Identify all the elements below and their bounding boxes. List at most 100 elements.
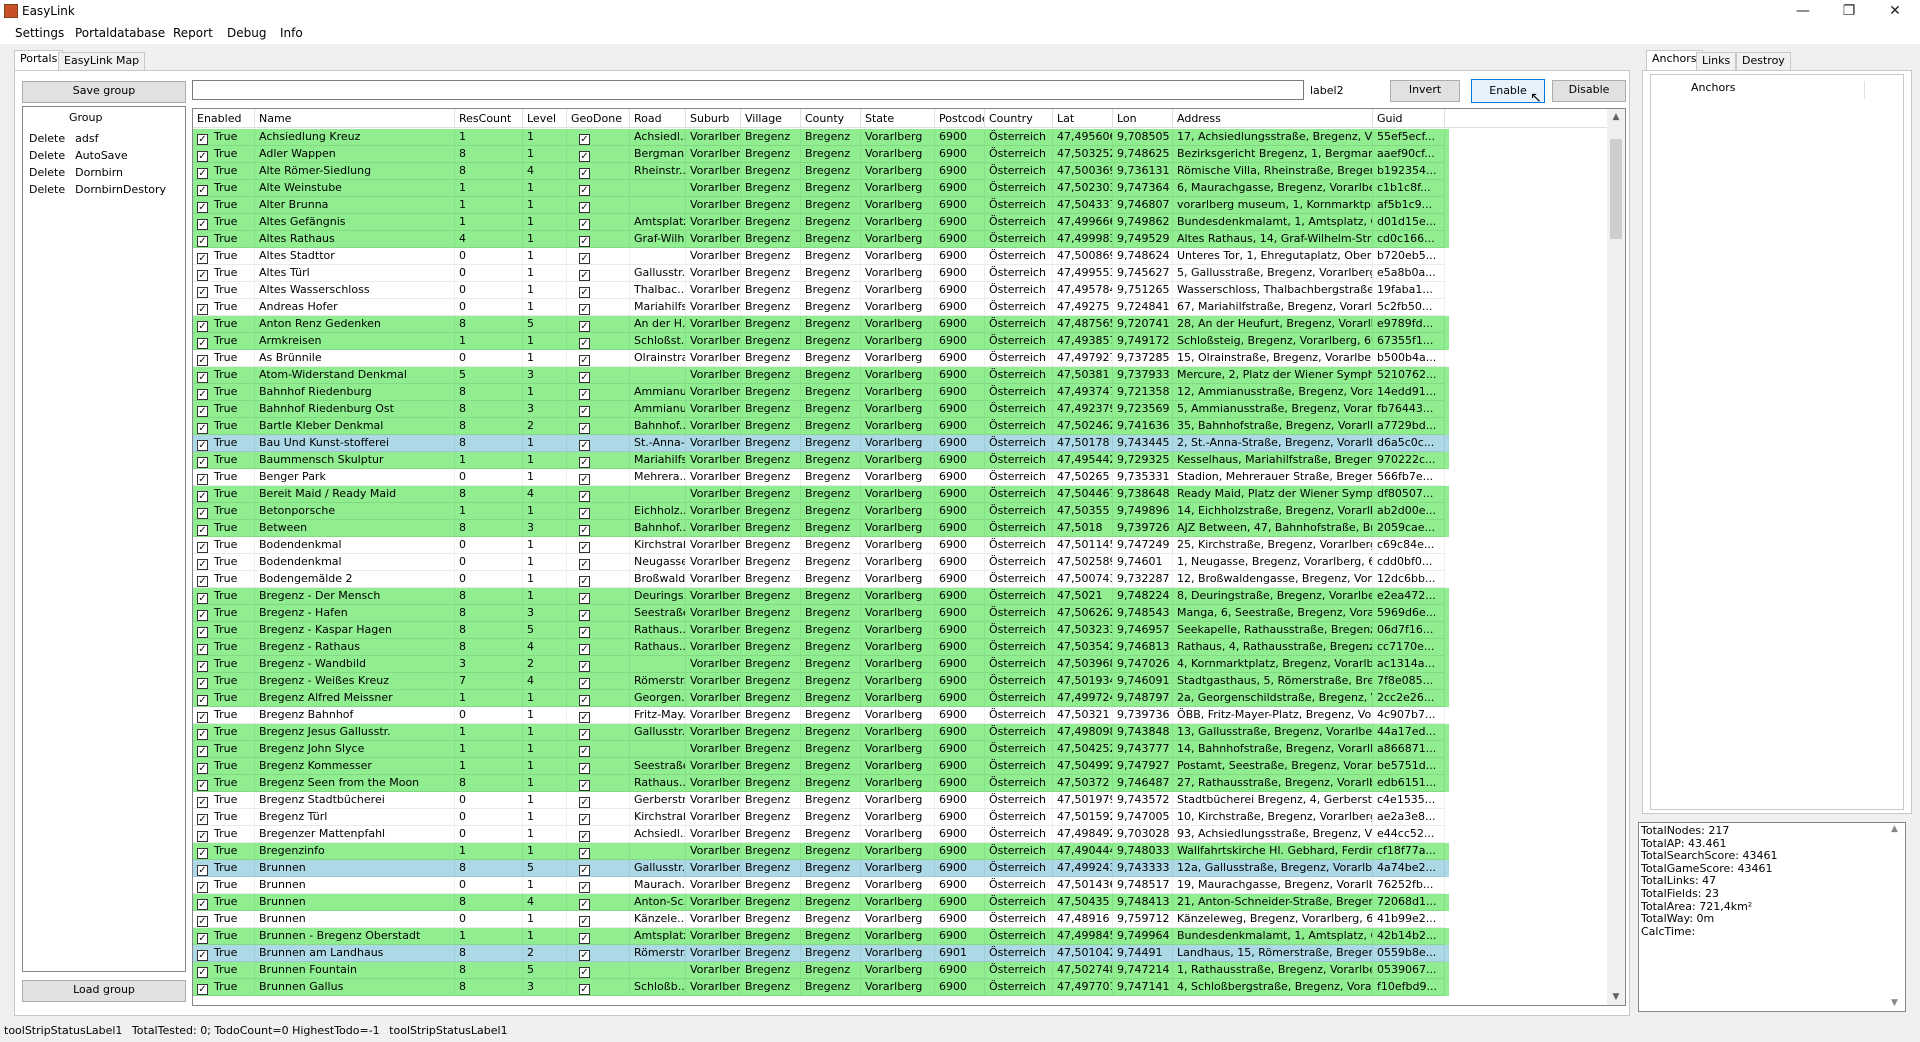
checkbox-checked-icon[interactable]: [197, 950, 208, 961]
table-row[interactable]: TrueBodengemälde 201Broßwald...Vorarlber…: [193, 571, 1449, 588]
checkbox-checked-icon[interactable]: [197, 882, 208, 893]
tab-portals[interactable]: Portals: [14, 50, 64, 71]
table-row[interactable]: TrueBregenz - Kaspar Hagen85Rathaus...Vo…: [193, 622, 1449, 639]
checkbox-checked-icon[interactable]: [579, 338, 590, 349]
checkbox-checked-icon[interactable]: [579, 576, 590, 587]
table-row[interactable]: TrueAs Brünnile01Olrainstra...Vorarlberg…: [193, 350, 1449, 367]
checkbox-checked-icon[interactable]: [197, 423, 208, 434]
delete-group-link[interactable]: Delete: [29, 166, 65, 179]
checkbox-checked-icon[interactable]: [197, 559, 208, 570]
checkbox-checked-icon[interactable]: [579, 814, 590, 825]
checkbox-checked-icon[interactable]: [197, 661, 208, 672]
table-row[interactable]: TrueArmkreisen11Schloßst...VorarlbergBre…: [193, 333, 1449, 350]
checkbox-checked-icon[interactable]: [579, 253, 590, 264]
checkbox-checked-icon[interactable]: [197, 440, 208, 451]
checkbox-checked-icon[interactable]: [197, 967, 208, 978]
checkbox-checked-icon[interactable]: [197, 168, 208, 179]
restore-icon[interactable]: ❐: [1826, 0, 1872, 22]
checkbox-checked-icon[interactable]: [579, 695, 590, 706]
tab-easylink-map[interactable]: EasyLink Map: [58, 52, 146, 70]
checkbox-checked-icon[interactable]: [197, 831, 208, 842]
checkbox-checked-icon[interactable]: [197, 202, 208, 213]
checkbox-checked-icon[interactable]: [197, 933, 208, 944]
group-name[interactable]: adsf: [75, 132, 98, 145]
portal-grid[interactable]: Enabled Name ResCount Level GeoDone Road Subur…: [192, 108, 1626, 1006]
delete-group-link[interactable]: Delete: [29, 183, 65, 196]
checkbox-checked-icon[interactable]: [579, 236, 590, 247]
table-row[interactable]: TrueAltes Wasserschloss01Thalbac...Vorar…: [193, 282, 1449, 299]
table-row[interactable]: TrueBrunnen84Anton-Sc...VorarlbergBregen…: [193, 894, 1449, 911]
table-row[interactable]: TrueBetween83Bahnhof...VorarlbergBregenz…: [193, 520, 1449, 537]
checkbox-checked-icon[interactable]: [197, 848, 208, 859]
checkbox-checked-icon[interactable]: [579, 780, 590, 791]
checkbox-checked-icon[interactable]: [579, 882, 590, 893]
checkbox-checked-icon[interactable]: [197, 729, 208, 740]
checkbox-checked-icon[interactable]: [197, 899, 208, 910]
checkbox-checked-icon[interactable]: [197, 916, 208, 927]
checkbox-checked-icon[interactable]: [197, 287, 208, 298]
table-row[interactable]: TrueBenger Park01Mehrera...VorarlbergBre…: [193, 469, 1449, 486]
table-row[interactable]: True Bregenz Seen from the Moon81 Rathaus.…: [193, 775, 1449, 792]
table-row[interactable]: TrueAchsiedlung Kreuz11Achsiedl...Vorarl…: [193, 129, 1449, 146]
table-row[interactable]: TrueBodendenkmal01KirchstraßeVorarlbergB…: [193, 537, 1449, 554]
menu-portaldatabase[interactable]: Portaldatabase: [72, 25, 168, 41]
checkbox-checked-icon[interactable]: [579, 593, 590, 604]
column-header-lon[interactable]: Lon: [1113, 109, 1173, 128]
checkbox-checked-icon[interactable]: [197, 372, 208, 383]
checkbox-checked-icon[interactable]: [197, 474, 208, 485]
column-header-geodone[interactable]: GeoDone: [567, 109, 630, 128]
checkbox-checked-icon[interactable]: [579, 219, 590, 230]
group-name[interactable]: Dornbirn: [75, 166, 123, 179]
invert-button[interactable]: Invert: [1390, 80, 1460, 102]
checkbox-checked-icon[interactable]: [197, 406, 208, 417]
column-header-state[interactable]: State: [861, 109, 935, 128]
checkbox-checked-icon[interactable]: [197, 491, 208, 502]
stats-scroll-up-icon[interactable]: ▲: [1891, 824, 1898, 834]
table-row[interactable]: TrueAlte Weinstube11VorarlbergBregenzBre…: [193, 180, 1449, 197]
menu-debug[interactable]: Debug: [224, 25, 269, 41]
checkbox-checked-icon[interactable]: [197, 270, 208, 281]
table-row[interactable]: TrueAlter Brunna11VorarlbergBregenzBrege…: [193, 197, 1449, 214]
column-header-enabled[interactable]: Enabled: [193, 109, 255, 128]
column-header-lat[interactable]: Lat: [1053, 109, 1113, 128]
checkbox-checked-icon[interactable]: [579, 746, 590, 757]
checkbox-checked-icon[interactable]: [579, 610, 590, 621]
checkbox-checked-icon[interactable]: [579, 168, 590, 179]
column-header-suburb[interactable]: Suburb: [686, 109, 741, 128]
table-row[interactable]: TrueBahnhof Riedenburg81Ammianu...Vorarl…: [193, 384, 1449, 401]
delete-group-link[interactable]: Delete: [29, 132, 65, 145]
table-row[interactable]: TrueAnton Renz Gedenken85An der H...Vora…: [193, 316, 1449, 333]
group-name[interactable]: AutoSave: [75, 149, 128, 162]
checkbox-checked-icon[interactable]: [197, 338, 208, 349]
grid-scrollbar[interactable]: ▲ ▼: [1607, 109, 1625, 1005]
checkbox-checked-icon[interactable]: [579, 151, 590, 162]
checkbox-checked-icon[interactable]: [197, 644, 208, 655]
checkbox-checked-icon[interactable]: [579, 542, 590, 553]
checkbox-checked-icon[interactable]: [197, 576, 208, 587]
column-header-road[interactable]: Road: [630, 109, 686, 128]
checkbox-checked-icon[interactable]: [197, 219, 208, 230]
checkbox-checked-icon[interactable]: [197, 355, 208, 366]
table-row[interactable]: TrueBregenz Türl01KirchstraßeVorarlbergB…: [193, 809, 1449, 826]
checkbox-checked-icon[interactable]: [579, 304, 590, 315]
checkbox-checked-icon[interactable]: [197, 797, 208, 808]
checkbox-checked-icon[interactable]: [197, 695, 208, 706]
table-row[interactable]: TrueBetonporsche11Eichholz...VorarlbergB…: [193, 503, 1449, 520]
checkbox-checked-icon[interactable]: [197, 627, 208, 638]
group-name[interactable]: DornbirnDestory: [75, 183, 166, 196]
table-row[interactable]: TrueAltes Rathaus41Graf-Wilh...Vorarlber…: [193, 231, 1449, 248]
table-row[interactable]: TrueBahnhof Riedenburg Ost83Ammianu...Vo…: [193, 401, 1449, 418]
checkbox-checked-icon[interactable]: [579, 525, 590, 536]
table-row[interactable]: TrueBregenz - Der Mensch81Deurings...Vor…: [193, 588, 1449, 605]
checkbox-checked-icon[interactable]: [197, 984, 208, 995]
column-header-village[interactable]: Village: [741, 109, 801, 128]
checkbox-checked-icon[interactable]: [579, 559, 590, 570]
checkbox-checked-icon[interactable]: [579, 457, 590, 468]
table-row[interactable]: TrueBaummensch Skulptur11Mariahilfs...Vo…: [193, 452, 1449, 469]
table-row[interactable]: TrueBrunnen85Gallusstr...VorarlbergBrege…: [193, 860, 1449, 877]
checkbox-checked-icon[interactable]: [197, 236, 208, 247]
table-row[interactable]: True Bau Und Kunst-stofferei81 St.-Anna-..…: [193, 435, 1449, 452]
scroll-down-icon[interactable]: ▼: [1607, 989, 1625, 1005]
checkbox-checked-icon[interactable]: [197, 678, 208, 689]
table-row[interactable]: TrueBregenz - Hafen83SeestraßeVorarlberg…: [193, 605, 1449, 622]
